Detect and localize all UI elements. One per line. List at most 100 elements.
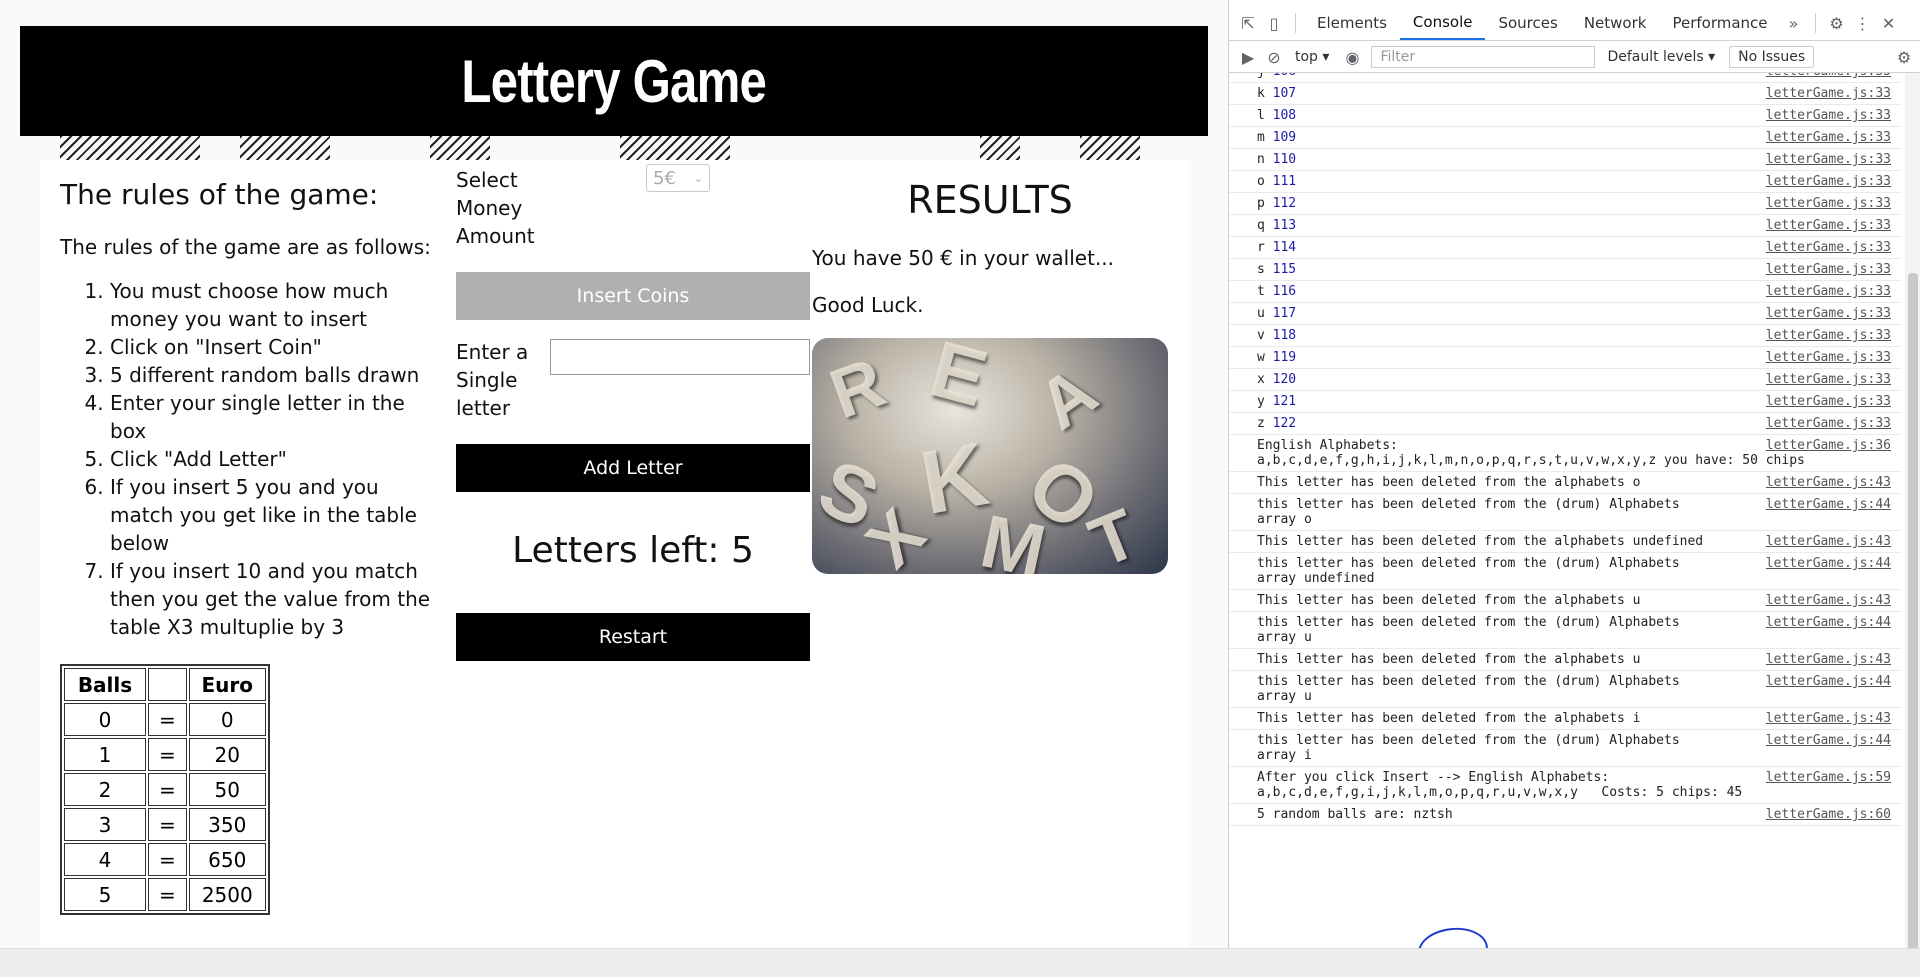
cell-balls: 3 — [64, 808, 146, 841]
console-source-link[interactable]: letterGame.js:33 — [1766, 108, 1891, 123]
toolbar-divider — [1814, 13, 1816, 33]
tab-sources[interactable]: Sources — [1485, 6, 1570, 40]
issues-button[interactable]: No Issues — [1729, 46, 1815, 68]
chevron-down-icon: ⌄ — [693, 171, 703, 185]
console-source-link[interactable]: letterGame.js:44 — [1766, 733, 1891, 748]
console-filter-input[interactable]: Filter — [1371, 46, 1596, 68]
insert-coins-button[interactable]: Insert Coins — [456, 272, 810, 320]
console-log-row: q 113 letterGame.js:33 — [1229, 215, 1901, 237]
cell-equals: = — [148, 843, 187, 876]
console-log-row: n 110 letterGame.js:33 — [1229, 149, 1901, 171]
console-source-link[interactable]: letterGame.js:33 — [1766, 152, 1891, 167]
clear-console-icon[interactable]: ⊘ — [1261, 44, 1287, 70]
console-log-number: 115 — [1272, 262, 1297, 277]
console-log-message: this letter has been deleted from the (d… — [1257, 674, 1680, 704]
console-source-link[interactable]: letterGame.js:33 — [1766, 394, 1891, 409]
inspect-element-icon[interactable]: ⇱ — [1235, 10, 1261, 36]
tab-console[interactable]: Console — [1399, 6, 1486, 40]
console-log-row: this letter has been deleted from the (d… — [1229, 494, 1901, 531]
context-select[interactable]: top ▾ — [1295, 49, 1329, 65]
kebab-menu-icon[interactable]: ⋮ — [1850, 10, 1876, 36]
console-source-link[interactable]: letterGame.js:33 — [1766, 284, 1891, 299]
console-log-row: After you click Insert --> English Alpha… — [1229, 767, 1901, 804]
devtools-tabbar: ⇱ ▯ Elements Console Sources Network Per… — [1229, 6, 1920, 41]
cell-euro: 0 — [188, 703, 266, 736]
console-log-message: v — [1257, 328, 1273, 343]
wallet-status: You have 50 € in your wallet... — [812, 246, 1115, 270]
cell-equals: = — [148, 878, 187, 911]
console-source-link[interactable]: letterGame.js:33 — [1766, 86, 1891, 101]
log-levels-select[interactable]: Default levels ▾ — [1607, 49, 1715, 65]
console-source-link[interactable]: letterGame.js:33 — [1766, 416, 1891, 431]
cell-equals: = — [148, 773, 187, 806]
console-log-row: p 112 letterGame.js:33 — [1229, 193, 1901, 215]
table-row: 2 = 50 — [64, 773, 266, 806]
console-source-link[interactable]: letterGame.js:43 — [1766, 534, 1891, 549]
rule-item: Click on "Insert Coin" — [110, 333, 440, 361]
console-source-link[interactable]: letterGame.js:33 — [1766, 372, 1891, 387]
console-source-link[interactable]: letterGame.js:44 — [1766, 674, 1891, 689]
console-log-row: v 118 letterGame.js:33 — [1229, 325, 1901, 347]
game-page: Lettery Game The rules of the game: The … — [0, 0, 1228, 976]
console-source-link[interactable]: letterGame.js:43 — [1766, 652, 1891, 667]
cell-euro: 20 — [188, 738, 266, 771]
console-source-link[interactable]: letterGame.js:33 — [1766, 174, 1891, 189]
console-source-link[interactable]: letterGame.js:60 — [1766, 807, 1891, 822]
rule-item: If you insert 10 and you match then you … — [110, 557, 440, 641]
table-row: 3 = 350 — [64, 808, 266, 841]
console-source-link[interactable]: letterGame.js:33 — [1766, 130, 1891, 145]
scrollbar-thumb[interactable] — [1908, 273, 1918, 953]
console-source-link[interactable]: letterGame.js:33 — [1766, 240, 1891, 255]
console-source-link[interactable]: letterGame.js:59 — [1766, 770, 1891, 785]
console-source-link[interactable]: letterGame.js:36 — [1766, 438, 1891, 453]
cell-euro: 650 — [188, 843, 266, 876]
letters-left-counter: Letters left: 5 — [512, 530, 754, 571]
sidebar-toggle-icon[interactable]: ▶ — [1235, 44, 1261, 70]
console-log-message: s — [1257, 262, 1273, 277]
console-settings-icon[interactable]: ⚙ — [1891, 44, 1917, 70]
more-tabs-icon[interactable]: » — [1781, 10, 1807, 36]
console-scrollbar[interactable] — [1905, 73, 1920, 976]
money-amount-select[interactable]: 5€ ⌄ — [646, 164, 710, 192]
filter-placeholder: Filter — [1380, 49, 1416, 65]
console-log-number: 112 — [1272, 196, 1297, 211]
console-source-link[interactable]: letterGame.js:44 — [1766, 556, 1891, 571]
console-log-row: t 116 letterGame.js:33 — [1229, 281, 1901, 303]
console-log-message: o — [1257, 174, 1273, 189]
cell-equals: = — [148, 703, 187, 736]
table-row: 1 = 20 — [64, 738, 266, 771]
letter-input[interactable] — [550, 339, 810, 375]
console-source-link[interactable]: letterGame.js:43 — [1766, 475, 1891, 490]
tab-performance[interactable]: Performance — [1659, 6, 1780, 40]
add-letter-button[interactable]: Add Letter — [456, 444, 810, 492]
console-log-row: m 109 letterGame.js:33 — [1229, 127, 1901, 149]
console-source-link[interactable]: letterGame.js:43 — [1766, 593, 1891, 608]
gear-icon[interactable]: ⚙ — [1824, 10, 1850, 36]
close-icon[interactable]: ✕ — [1876, 10, 1902, 36]
console-source-link[interactable]: letterGame.js:33 — [1766, 218, 1891, 233]
restart-button[interactable]: Restart — [456, 613, 810, 661]
console-source-link[interactable]: letterGame.js:33 — [1766, 196, 1891, 211]
console-log-row: this letter has been deleted from the (d… — [1229, 553, 1901, 590]
tab-elements[interactable]: Elements — [1304, 6, 1400, 40]
rules-section: The rules of the game: The rules of the … — [60, 178, 440, 641]
console-log-message: After you click Insert --> English Alpha… — [1257, 770, 1743, 800]
console-source-link[interactable]: letterGame.js:33 — [1766, 350, 1891, 365]
console-log-message: this letter has been deleted from the (d… — [1257, 556, 1680, 586]
console-source-link[interactable]: letterGame.js:33 — [1766, 306, 1891, 321]
console-source-link[interactable]: letterGame.js:33 — [1766, 262, 1891, 277]
console-log-message: j — [1257, 73, 1273, 79]
device-toggle-icon[interactable]: ▯ — [1261, 10, 1287, 36]
console-log-message: This letter has been deleted from the al… — [1257, 534, 1704, 549]
console-source-link[interactable]: letterGame.js:33 — [1766, 73, 1891, 79]
table-row: 4 = 650 — [64, 843, 266, 876]
console-toolbar: ▶ ⊘ top ▾ ◉ Filter Default levels ▾ No I… — [1229, 42, 1920, 73]
console-source-link[interactable]: letterGame.js:43 — [1766, 711, 1891, 726]
eye-icon[interactable]: ◉ — [1339, 44, 1365, 70]
console-log-row: k 107 letterGame.js:33 — [1229, 83, 1901, 105]
letters-pile-image: R E A S K O X M T — [812, 338, 1168, 574]
console-source-link[interactable]: letterGame.js:33 — [1766, 328, 1891, 343]
tab-network[interactable]: Network — [1571, 6, 1660, 40]
console-source-link[interactable]: letterGame.js:44 — [1766, 497, 1891, 512]
console-source-link[interactable]: letterGame.js:44 — [1766, 615, 1891, 630]
